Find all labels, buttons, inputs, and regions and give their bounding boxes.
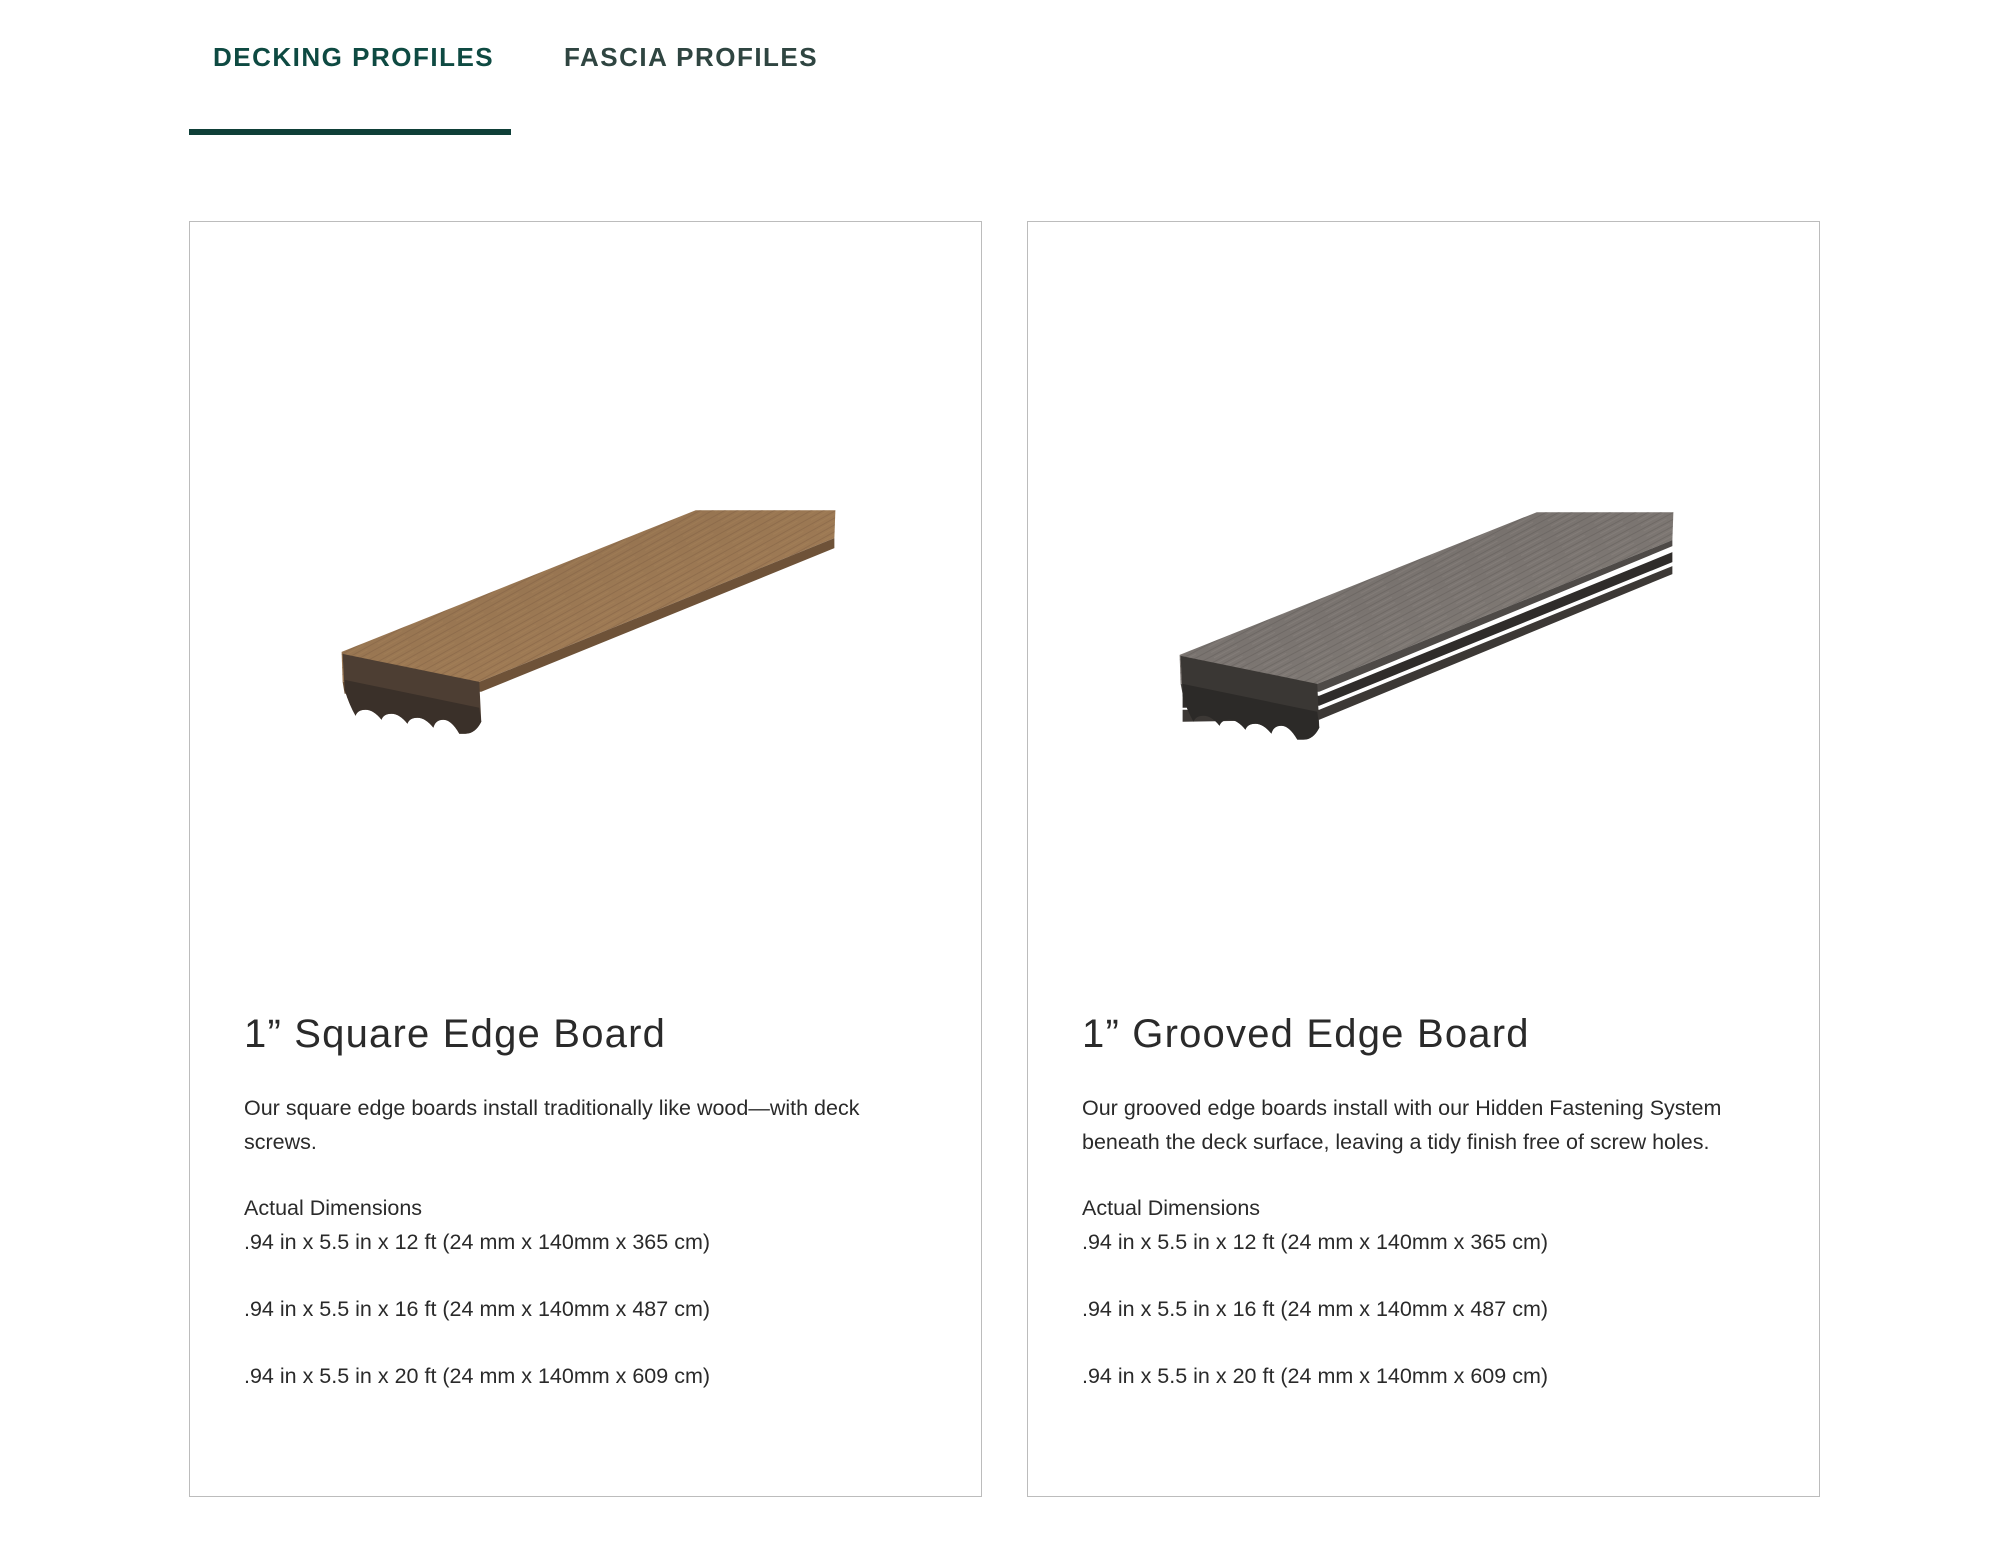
- dimension-line: .94 in x 5.5 in x 12 ft (24 mm x 140mm x…: [244, 1229, 711, 1254]
- card-title: 1” Square Edge Board: [244, 1012, 667, 1056]
- card-title: 1” Grooved Edge Board: [1082, 1012, 1530, 1056]
- card-description: Our grooved edge boards install with our…: [1082, 1096, 1722, 1154]
- product-card-grooved-edge[interactable]: 1” Grooved Edge Board Our grooved edge b…: [1027, 221, 1820, 1497]
- tab-decking-profiles[interactable]: DECKING PROFILES: [213, 42, 494, 73]
- square-edge-board-image: [341, 510, 836, 734]
- card-body: Our square edge boards install tradition…: [244, 1092, 924, 1393]
- dimension-line: .94 in x 5.5 in x 16 ft (24 mm x 140mm x…: [244, 1296, 711, 1321]
- dimension-line: .94 in x 5.5 in x 16 ft (24 mm x 140mm x…: [1082, 1296, 1549, 1321]
- card-description: Our square edge boards install tradition…: [244, 1096, 860, 1154]
- grooved-edge-board-image: [1179, 512, 1674, 740]
- dimension-line: .94 in x 5.5 in x 20 ft (24 mm x 140mm x…: [244, 1363, 711, 1388]
- tab-fascia-profiles[interactable]: FASCIA PROFILES: [564, 42, 818, 73]
- profile-tabs: DECKING PROFILES FASCIA PROFILES: [189, 0, 1824, 136]
- product-card-square-edge[interactable]: 1” Square Edge Board Our square edge boa…: [189, 221, 982, 1497]
- dimension-line: .94 in x 5.5 in x 20 ft (24 mm x 140mm x…: [1082, 1363, 1549, 1388]
- dimension-line: .94 in x 5.5 in x 12 ft (24 mm x 140mm x…: [1082, 1229, 1549, 1254]
- active-tab-indicator: [189, 129, 511, 135]
- dimensions-heading: Actual Dimensions: [244, 1196, 423, 1220]
- dimensions-heading: Actual Dimensions: [1082, 1196, 1261, 1220]
- card-body: Our grooved edge boards install with our…: [1082, 1092, 1762, 1393]
